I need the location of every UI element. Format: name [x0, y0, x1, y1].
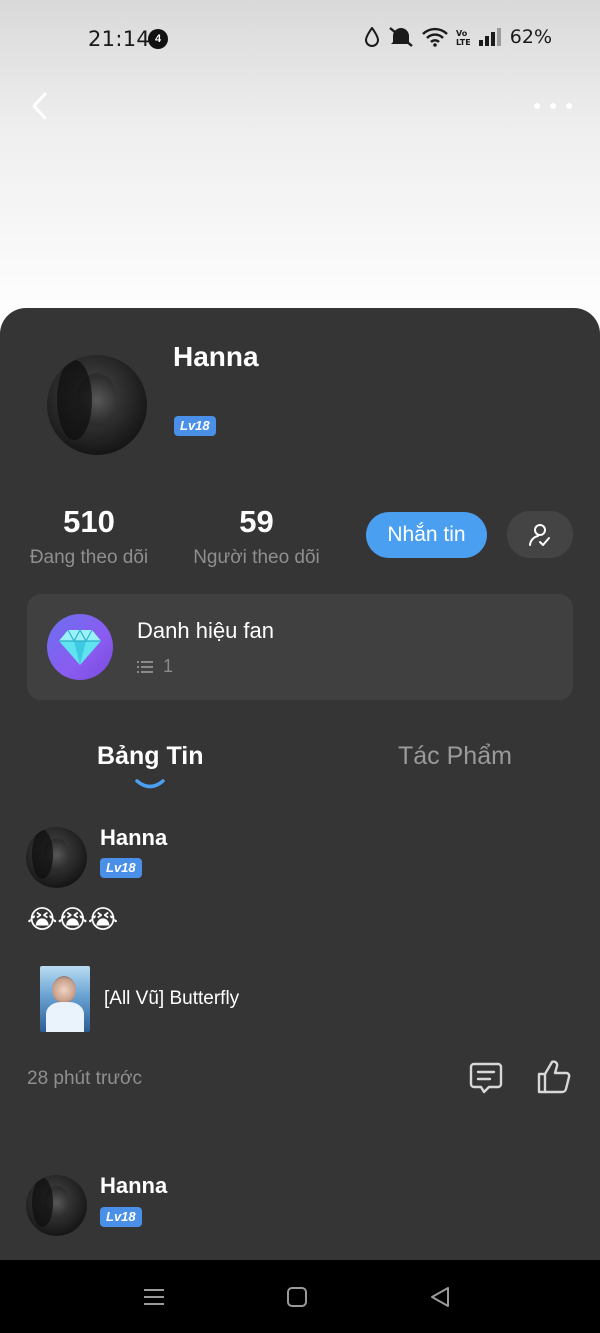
mute-icon	[389, 27, 413, 47]
following-count[interactable]: 510	[28, 504, 150, 540]
following-label[interactable]: Đang theo dõi	[27, 547, 151, 569]
tab-active-indicator	[135, 779, 165, 789]
notification-count-badge: 4	[148, 29, 168, 49]
profile-name: Hanna	[173, 341, 259, 372]
post-timestamp: 28 phút trước	[27, 1068, 142, 1089]
fan-title-label: Danh hiệu fan	[137, 618, 274, 643]
post-text: 😭😭😭	[27, 904, 119, 934]
fan-title-count-row: 1	[137, 656, 173, 677]
tab-feed[interactable]: Bảng Tin	[97, 742, 203, 771]
volte-icon: Vo LTE	[456, 29, 470, 47]
home-button[interactable]	[282, 1282, 312, 1312]
comment-button[interactable]	[468, 1060, 504, 1096]
more-dot	[566, 103, 572, 109]
more-horizontal-icon	[534, 103, 540, 109]
thumbs-up-icon	[537, 1060, 571, 1094]
diamond-icon	[59, 628, 101, 665]
fan-title-count: 1	[163, 656, 174, 676]
book-cover-image	[40, 966, 90, 1032]
followers-count[interactable]: 59	[191, 504, 322, 540]
level-badge: Lv18	[174, 416, 216, 436]
fan-badge-circle	[47, 614, 113, 680]
recents-button[interactable]	[139, 1282, 169, 1312]
more-options-button[interactable]	[534, 94, 572, 118]
square-icon	[287, 1287, 307, 1307]
message-button[interactable]: Nhắn tin	[366, 512, 487, 558]
follow-button[interactable]	[507, 511, 573, 558]
book-title: [All Vũ] Butterfly	[104, 988, 240, 1009]
status-time: 21:14	[88, 27, 151, 51]
followers-label[interactable]: Người theo dõi	[190, 547, 323, 569]
fan-title-card[interactable]: Danh hiệu fan 1	[27, 594, 573, 700]
post-level-badge: Lv18	[100, 1207, 142, 1227]
tab-works[interactable]: Tác Phẩm	[398, 742, 512, 771]
system-navigation-bar	[0, 1260, 600, 1333]
svg-text:LTE: LTE	[456, 38, 470, 47]
post-avatar[interactable]	[26, 827, 87, 888]
water-drop-icon	[364, 27, 379, 47]
more-dot	[550, 103, 556, 109]
list-icon	[137, 660, 153, 673]
svg-text:Vo: Vo	[456, 29, 468, 38]
comment-icon	[469, 1062, 503, 1094]
status-bar: 21:14 4 Vo LTE 62%	[0, 0, 600, 80]
post-author-name[interactable]: Hanna	[100, 1173, 167, 1199]
user-check-icon	[529, 523, 550, 546]
like-button[interactable]	[535, 1058, 573, 1096]
triangle-back-icon	[431, 1287, 449, 1307]
post-level-badge: Lv18	[100, 858, 142, 878]
status-icons: Vo LTE 62%	[364, 26, 552, 48]
back-nav-button[interactable]	[425, 1282, 455, 1312]
post-book-link[interactable]: [All Vũ] Butterfly	[40, 966, 239, 1032]
wifi-icon	[421, 27, 448, 47]
post-avatar[interactable]	[26, 1175, 87, 1236]
profile-avatar[interactable]	[47, 355, 147, 455]
post-author-name[interactable]: Hanna	[100, 825, 167, 851]
battery-percent: 62%	[509, 26, 552, 48]
menu-icon	[144, 1289, 164, 1305]
chevron-left-icon	[32, 92, 47, 120]
back-button[interactable]	[24, 88, 54, 124]
signal-icon	[478, 28, 501, 46]
